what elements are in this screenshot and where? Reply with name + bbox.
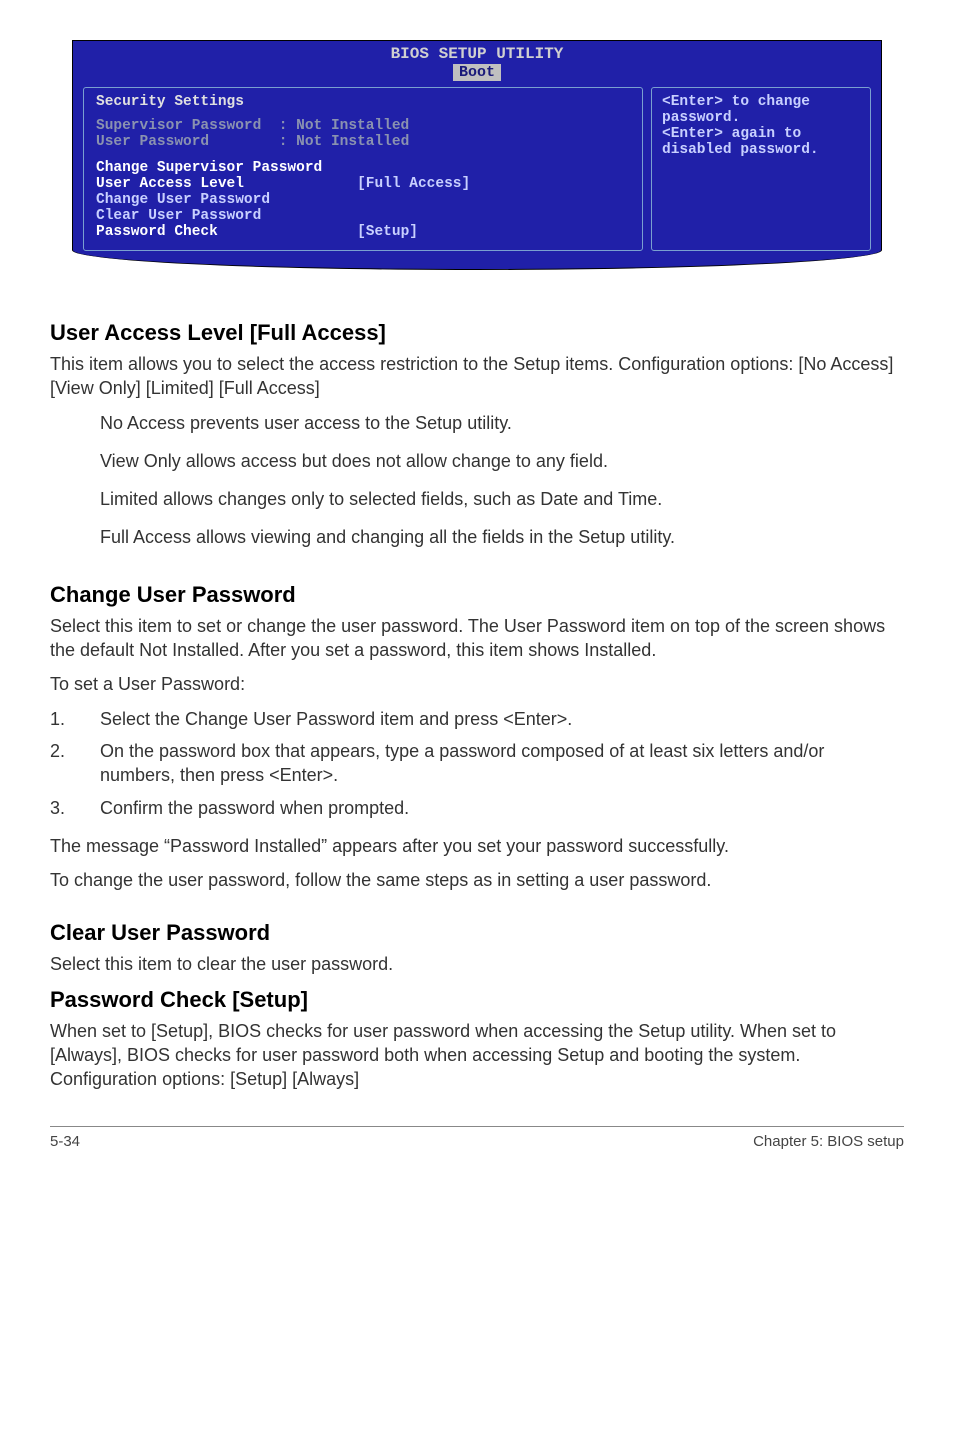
user-access-level-row[interactable]: User Access Level [Full Access] [96,176,630,192]
help-line: <Enter> to change [662,94,860,110]
indent-paragraph: Limited allows changes only to selected … [100,487,904,511]
user-password-row: User Password : Not Installed [96,134,630,150]
paragraph: To change the user password, follow the … [50,868,904,892]
change-user-password-row[interactable]: Change User Password [96,192,630,208]
paragraph: To set a User Password: [50,672,904,696]
security-settings-header: Security Settings [96,94,630,110]
indent-paragraph: View Only allows access but does not all… [100,449,904,473]
bios-tab-boot: Boot [453,64,501,81]
paragraph: Select this item to clear the user passw… [50,952,904,976]
paragraph: This item allows you to select the acces… [50,352,904,401]
bios-left-panel: Security Settings Supervisor Password : … [83,87,643,251]
page-footer: 5-34 Chapter 5: BIOS setup [50,1126,904,1150]
change-supervisor-password-row[interactable]: Change Supervisor Password [96,160,630,176]
indent-paragraph: Full Access allows viewing and changing … [100,525,904,549]
help-line: password. [662,110,860,126]
paragraph: Select this item to set or change the us… [50,614,904,663]
bios-body: Security Settings Supervisor Password : … [83,87,871,251]
help-line: disabled password. [662,142,860,158]
heading-clear-user-password: Clear User Password [50,920,904,946]
page-number: 5-34 [50,1133,80,1150]
indent-paragraph: No Access prevents user access to the Se… [100,411,904,435]
bios-tab-row: Boot [73,63,881,81]
heading-change-user-password: Change User Password [50,582,904,608]
heading-user-access-level: User Access Level [Full Access] [50,320,904,346]
clear-user-password-row[interactable]: Clear User Password [96,208,630,224]
step-item: Confirm the password when prompted. [50,796,904,820]
chapter-label: Chapter 5: BIOS setup [753,1133,904,1150]
password-check-row[interactable]: Password Check [Setup] [96,224,630,240]
supervisor-password-row: Supervisor Password : Not Installed [96,118,630,134]
bios-title: BIOS SETUP UTILITY [73,41,881,63]
step-item: On the password box that appears, type a… [50,739,904,788]
steps-list: Select the Change User Password item and… [50,707,904,820]
step-item: Select the Change User Password item and… [50,707,904,731]
heading-password-check: Password Check [Setup] [50,987,904,1013]
help-line: <Enter> again to [662,126,860,142]
bios-help-panel: <Enter> to change password. <Enter> agai… [651,87,871,251]
paragraph: The message “Password Installed” appears… [50,834,904,858]
paragraph: When set to [Setup], BIOS checks for use… [50,1019,904,1092]
bios-screenshot: BIOS SETUP UTILITY Boot Security Setting… [72,40,882,270]
